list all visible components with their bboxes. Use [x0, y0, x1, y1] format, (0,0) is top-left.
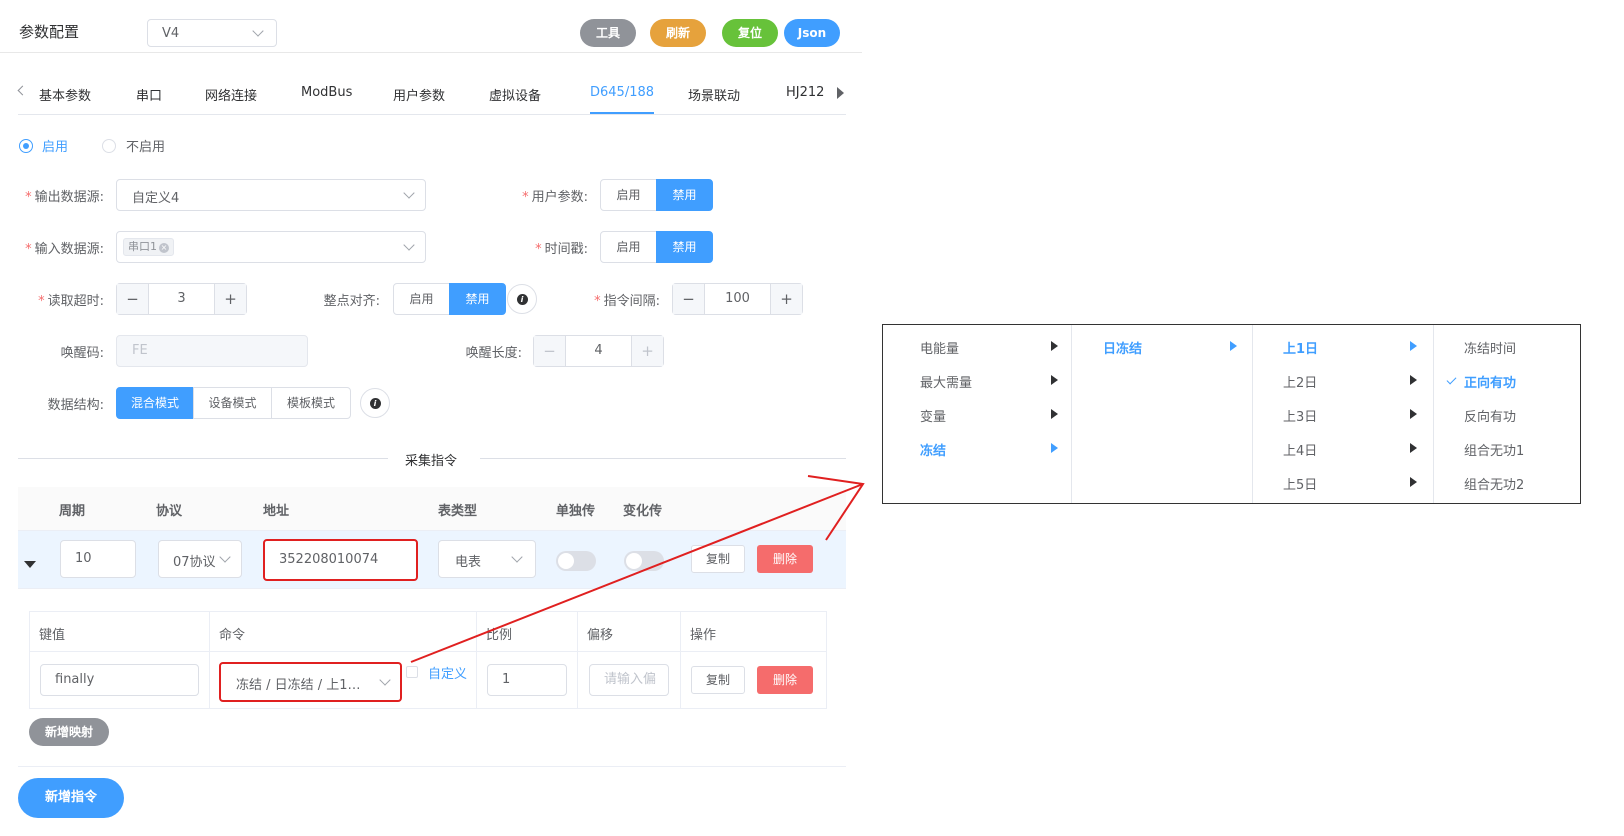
caret-right-icon — [1230, 341, 1237, 351]
annotation-arrow-head — [807, 475, 865, 541]
cascader-panel: 电能量 最大需量 变量 冻结 日冻结 上1日 上2日 上3日 上4日 上5日 冻 — [882, 324, 1581, 504]
caret-right-icon — [1051, 375, 1058, 385]
cascader-option-active[interactable]: 正向有功 — [1464, 372, 1516, 391]
cascader-option[interactable]: 最大需量 — [920, 372, 972, 391]
cascader-option[interactable]: 冻结时间 — [1464, 338, 1516, 357]
caret-right-icon — [1410, 341, 1417, 351]
cascader-option[interactable]: 组合无功2 — [1464, 474, 1524, 493]
cascader-option[interactable]: 变量 — [920, 406, 946, 425]
caret-right-icon — [1051, 443, 1058, 453]
cascader-option[interactable]: 上4日 — [1283, 440, 1317, 459]
cascader-option[interactable]: 组合无功1 — [1464, 440, 1524, 459]
cascader-column-1: 电能量 最大需量 变量 冻结 — [883, 325, 1071, 503]
check-icon — [1446, 374, 1457, 385]
cascader-option[interactable]: 上3日 — [1283, 406, 1317, 425]
cascader-option[interactable]: 上2日 — [1283, 372, 1317, 391]
cascader-option-active[interactable]: 日冻结 — [1103, 338, 1142, 357]
caret-right-icon — [1051, 341, 1058, 351]
cascader-option-active[interactable]: 上1日 — [1283, 338, 1318, 357]
cascader-option[interactable]: 上5日 — [1283, 474, 1317, 493]
cascader-column-2: 日冻结 — [1071, 325, 1252, 503]
caret-right-icon — [1410, 375, 1417, 385]
cascader-column-4: 冻结时间 正向有功 反向有功 组合无功1 组合无功2 — [1433, 325, 1580, 503]
cascader-column-3: 上1日 上2日 上3日 上4日 上5日 — [1252, 325, 1433, 503]
cascader-option[interactable]: 电能量 — [920, 338, 959, 357]
cascader-option[interactable]: 反向有功 — [1464, 406, 1516, 425]
caret-right-icon — [1051, 409, 1058, 419]
caret-right-icon — [1410, 443, 1417, 453]
caret-right-icon — [1410, 477, 1417, 487]
caret-right-icon — [1410, 409, 1417, 419]
cascader-option-active[interactable]: 冻结 — [920, 440, 946, 459]
annotation-arrow-line — [410, 483, 864, 663]
